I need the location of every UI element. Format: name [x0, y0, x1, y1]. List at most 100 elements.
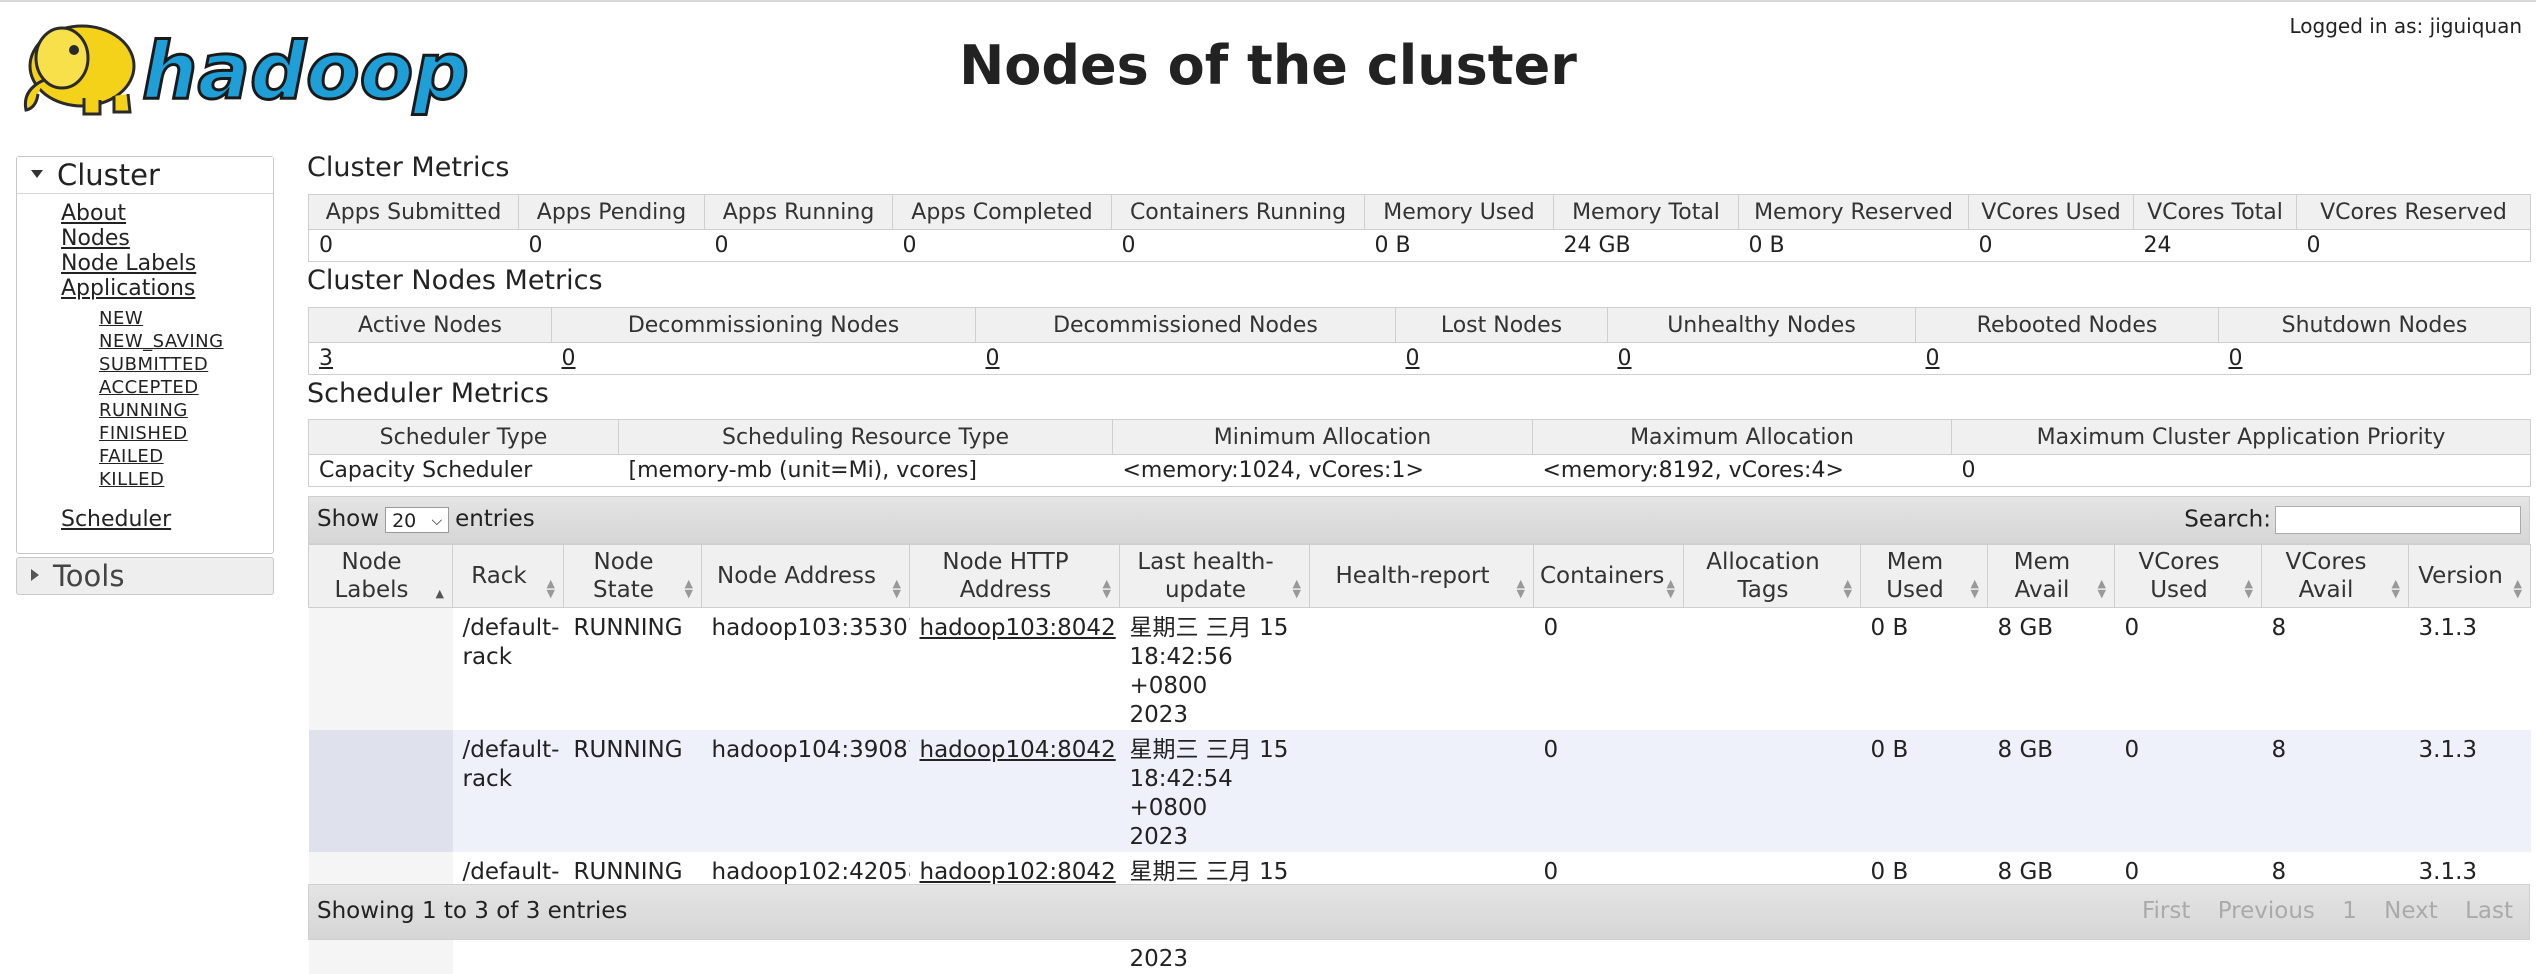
tools-nav-header[interactable]: Tools	[17, 558, 273, 594]
tools-nav-panel[interactable]: Tools	[16, 557, 274, 595]
column-header: Rebooted Nodes	[1916, 308, 2219, 343]
sort-both-icon: ▲▼	[1293, 579, 1301, 599]
node-http-address-link[interactable]: hadoop102:8042	[920, 859, 1116, 885]
app-state-link-submitted[interactable]: SUBMITTED	[99, 353, 224, 376]
tools-label: Tools	[53, 559, 124, 593]
node-state-cell: RUNNING	[564, 730, 702, 852]
cell-line: rack	[463, 765, 554, 794]
app-state-link-accepted[interactable]: ACCEPTED	[99, 376, 224, 399]
app-state-link-killed[interactable]: KILLED	[99, 468, 224, 491]
sortable-column-header[interactable]: VCoresAvail▲▼	[2262, 545, 2409, 608]
page-size-select[interactable]: 20⌵	[385, 507, 449, 533]
cell-line: 星期三 三月 15	[1130, 736, 1300, 765]
app-state-link-running[interactable]: RUNNING	[99, 399, 224, 422]
header-line: Mem	[1994, 548, 2090, 576]
sortable-column-header[interactable]: Version ▲▼	[2409, 545, 2531, 608]
sortable-column-header[interactable]: Containers▲▼	[1534, 545, 1684, 608]
node-http-address-link[interactable]: hadoop104:8042	[920, 737, 1116, 763]
sort-both-icon: ▲▼	[2098, 579, 2106, 599]
cell-line: /default-	[463, 614, 554, 643]
version-cell: 3.1.3	[2409, 608, 2531, 731]
column-header: Minimum Allocation	[1113, 420, 1533, 455]
allocation-tags-cell	[1684, 730, 1861, 852]
header-line: Used	[1867, 576, 1963, 604]
rebooted-nodes-link[interactable]: 0	[1926, 346, 1940, 371]
sort-both-icon: ▲▼	[1103, 579, 1111, 599]
nav-link-applications[interactable]: Applications	[61, 276, 196, 301]
active-nodes-link[interactable]: 3	[319, 346, 333, 371]
cell-line: 星期三 三月 15	[1130, 858, 1300, 887]
node-address-cell: hadoop104:39087	[702, 730, 910, 852]
column-header: Maximum Cluster Application Priority	[1952, 420, 2531, 455]
nav-link-about[interactable]: About	[61, 201, 196, 226]
sortable-column-header[interactable]: VCoresUsed▲▼	[2115, 545, 2262, 608]
header-line: Health-report	[1316, 562, 1509, 590]
sortable-column-header[interactable]: Node HTTPAddress▲▼	[910, 545, 1120, 608]
column-header: Scheduling Resource Type	[619, 420, 1113, 455]
sortable-column-header[interactable]: NodeLabels▲	[309, 545, 453, 608]
cell-line: 2023	[1130, 945, 1300, 974]
unhealthy-nodes-link[interactable]: 0	[1618, 346, 1632, 371]
sortable-column-header[interactable]: Last health-update▲▼	[1120, 545, 1310, 608]
nav-link-node-labels[interactable]: Node Labels	[61, 251, 196, 276]
mem-used-cell: 0 B	[1861, 730, 1988, 852]
node-metrics-table: Active Nodes Decommissioning Nodes Decom…	[308, 307, 2531, 375]
node-http-address-link[interactable]: hadoop103:8042	[920, 615, 1116, 641]
sortable-column-header[interactable]: Node Address ▲▼	[702, 545, 910, 608]
cluster-nav-panel: Cluster About Nodes Node Labels Applicat…	[16, 156, 274, 554]
header-line: Tags	[1690, 576, 1836, 604]
column-header: Lost Nodes	[1396, 308, 1608, 343]
table-info: Showing 1 to 3 of 3 entries	[317, 898, 627, 924]
sortable-column-header[interactable]: MemUsed▲▼	[1861, 545, 1988, 608]
header-line: Version	[2415, 562, 2506, 590]
app-state-link-new[interactable]: NEW	[99, 307, 224, 330]
sort-both-icon: ▲▼	[893, 579, 901, 599]
sortable-column-header[interactable]: AllocationTags▲▼	[1684, 545, 1861, 608]
previous-page-button[interactable]: Previous	[2218, 898, 2315, 924]
nav-link-nodes[interactable]: Nodes	[61, 226, 196, 251]
shutdown-nodes-link[interactable]: 0	[2229, 346, 2243, 371]
metric-value: 0	[2297, 230, 2531, 262]
sortable-column-header[interactable]: MemAvail▲▼	[1988, 545, 2115, 608]
scheduler-metrics-header-row: Scheduler Type Scheduling Resource Type …	[309, 420, 2531, 455]
node-state-cell: RUNNING	[564, 608, 702, 731]
last-page-button[interactable]: Last	[2465, 898, 2513, 924]
sortable-column-header[interactable]: NodeState▲▼	[564, 545, 702, 608]
column-header: Decommissioning Nodes	[552, 308, 976, 343]
decommissioning-nodes-link[interactable]: 0	[562, 346, 576, 371]
node-metrics-value-row: 3 0 0 0 0 0 0	[309, 343, 2531, 375]
sort-both-icon: ▲▼	[547, 579, 555, 599]
header-line: Avail	[2268, 576, 2384, 604]
sort-both-icon: ▲▼	[1844, 579, 1852, 599]
mem-avail-cell: 8 GB	[1988, 730, 2115, 852]
page-1-button[interactable]: 1	[2342, 898, 2357, 924]
cluster-label: Cluster	[57, 158, 160, 192]
decommissioned-nodes-link[interactable]: 0	[986, 346, 1000, 371]
header-line: Node Address	[708, 562, 885, 590]
sortable-column-header[interactable]: Health-report▲▼	[1310, 545, 1534, 608]
header-line: Node HTTP	[916, 548, 1095, 576]
cluster-links: About Nodes Node Labels Applications	[61, 201, 196, 301]
lost-nodes-link[interactable]: 0	[1406, 346, 1420, 371]
rack-cell: /default-rack	[453, 730, 564, 852]
app-state-link-failed[interactable]: FAILED	[99, 445, 224, 468]
app-state-link-new-saving[interactable]: NEW_SAVING	[99, 330, 224, 353]
sortable-column-header[interactable]: Rack ▲▼	[453, 545, 564, 608]
nav-link-scheduler[interactable]: Scheduler	[61, 507, 171, 532]
next-page-button[interactable]: Next	[2384, 898, 2438, 924]
app-state-link-finished[interactable]: FINISHED	[99, 422, 224, 445]
header-line: Last health-	[1126, 548, 1285, 576]
page-size-control: Show20⌵entries	[317, 506, 535, 533]
containers-cell: 0	[1534, 608, 1684, 731]
cluster-nav-header[interactable]: Cluster	[17, 157, 273, 194]
search-input[interactable]	[2275, 506, 2521, 534]
cell-line: 18:42:54 +0800	[1130, 765, 1300, 823]
column-header: Apps Completed	[893, 195, 1112, 230]
first-page-button[interactable]: First	[2142, 898, 2190, 924]
sort-both-icon: ▲▼	[2514, 579, 2522, 599]
cell-line: 18:42:56 +0800	[1130, 643, 1300, 701]
scheduler-metrics-title: Scheduler Metrics	[307, 378, 549, 409]
header-line: Rack	[459, 562, 539, 590]
column-header: Unhealthy Nodes	[1608, 308, 1916, 343]
metric-value: 0	[309, 230, 519, 262]
